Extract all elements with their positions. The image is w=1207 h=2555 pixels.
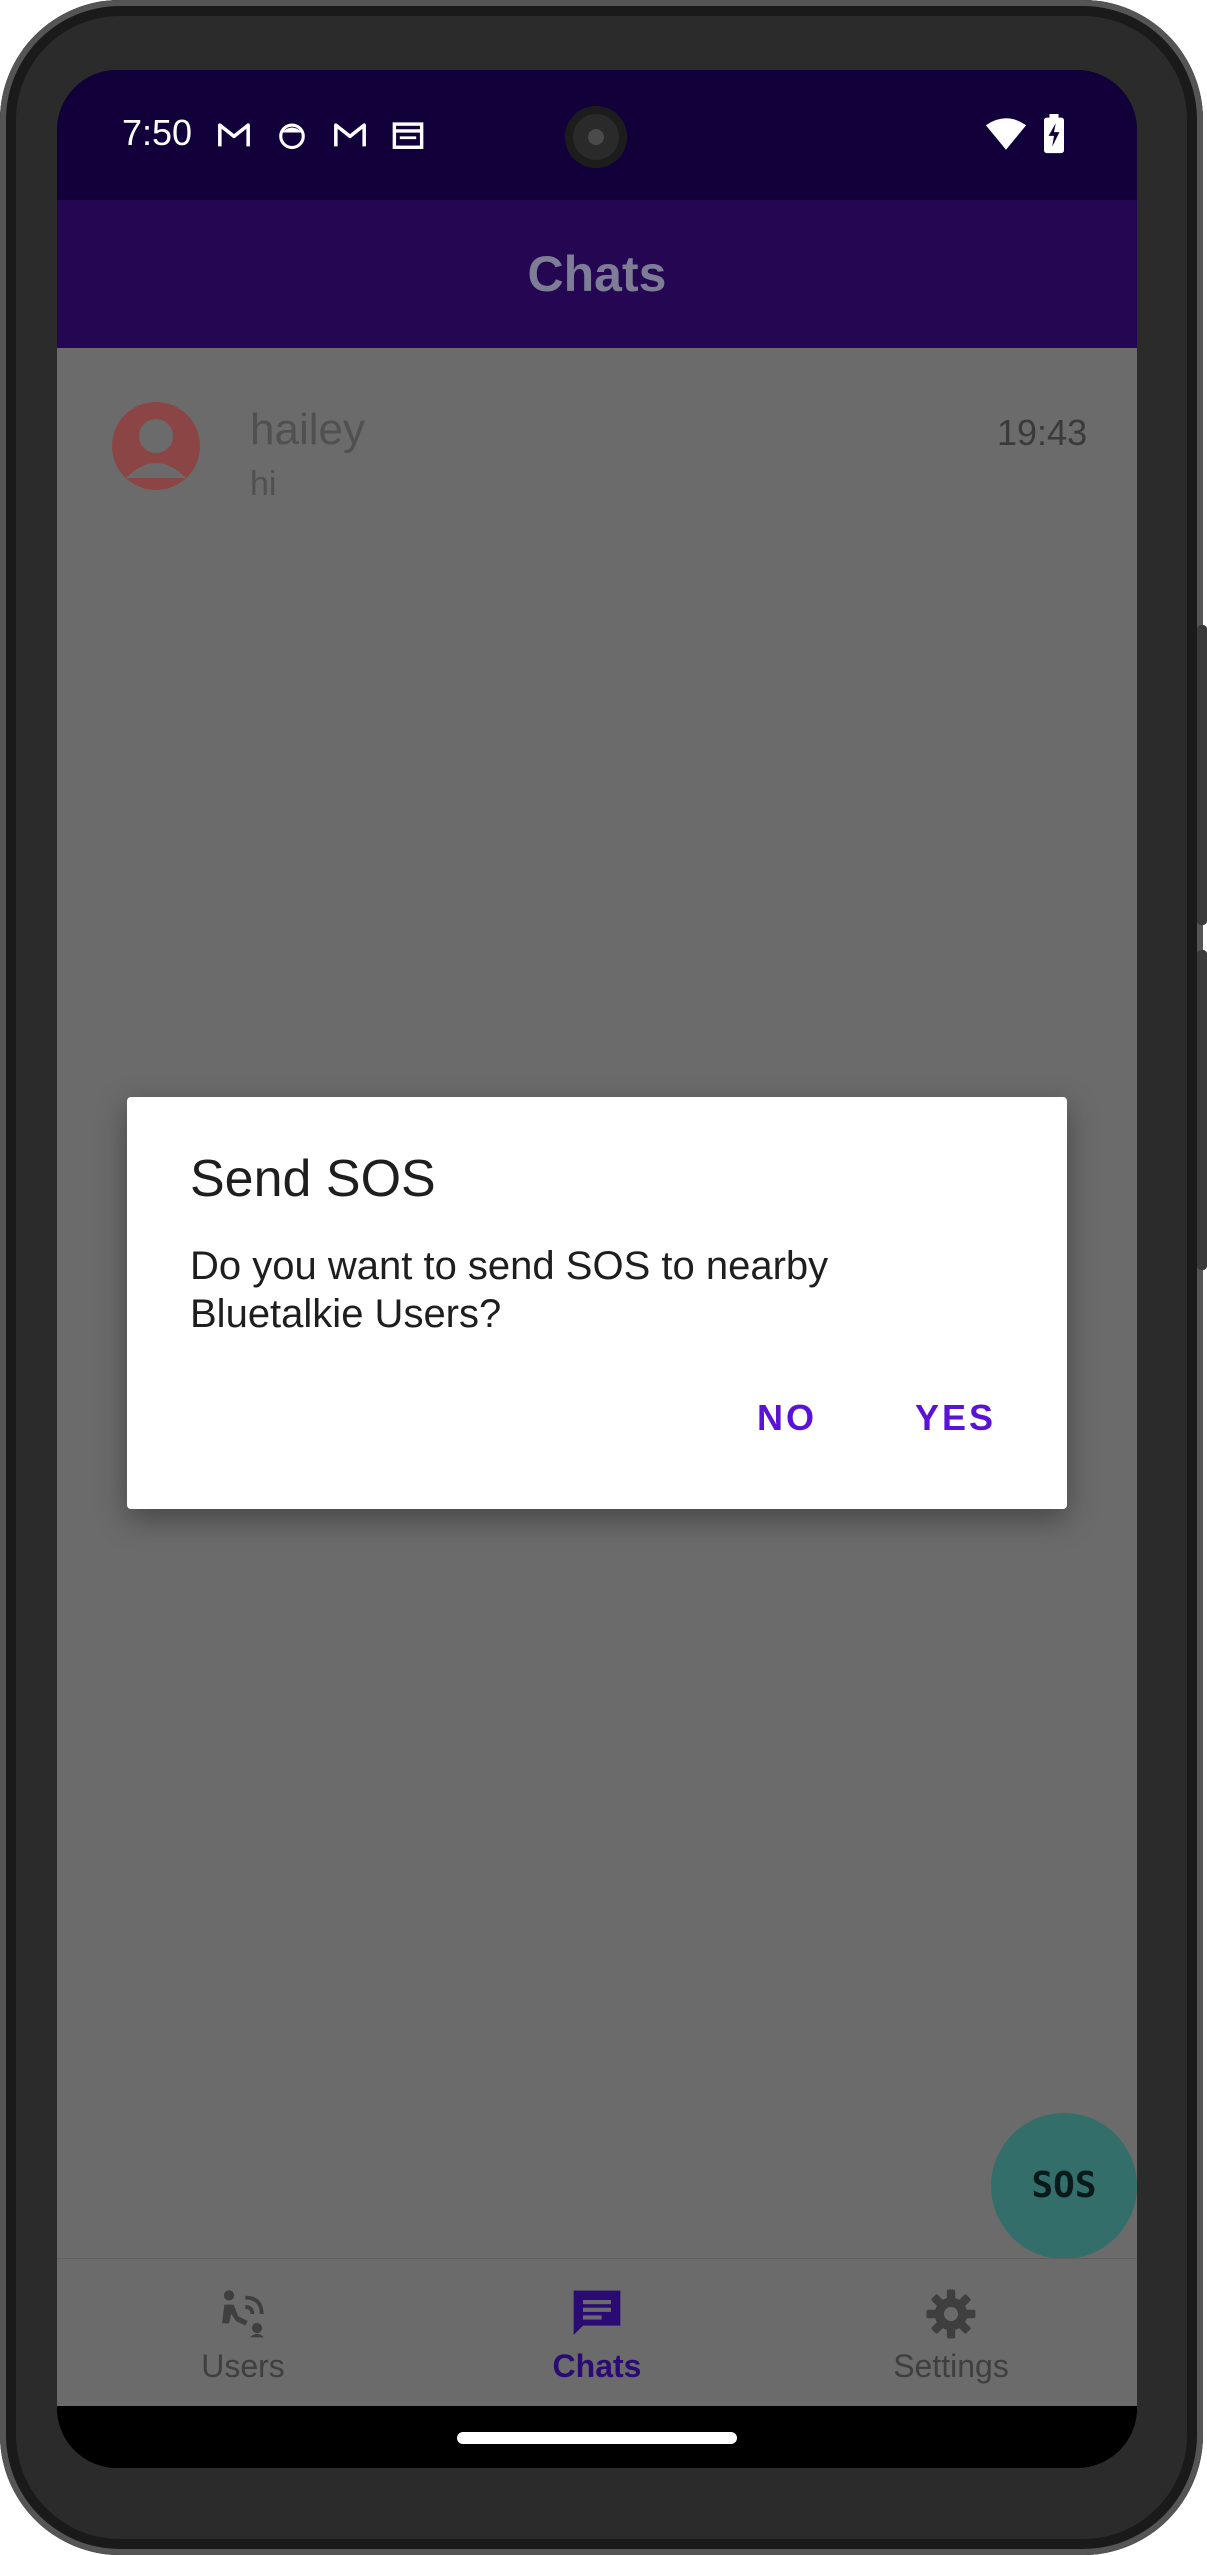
gmail-icon — [334, 123, 366, 147]
yes-button[interactable]: YES — [915, 1397, 996, 1439]
dialog-message: Do you want to send SOS to nearby Blueta… — [190, 1244, 829, 1336]
screen: 7:50 Chats hailey hi 19:43 Send SOS Do y… — [57, 70, 1137, 2468]
chat-time: 19:43 — [997, 412, 1088, 453]
nav-label-chats: Chats — [552, 2348, 642, 2384]
calendar-icon — [392, 122, 424, 149]
no-button[interactable]: NO — [757, 1397, 817, 1439]
face-icon — [279, 123, 305, 150]
home-gesture-handle[interactable] — [457, 2432, 737, 2444]
settings-gear-icon — [926, 2289, 976, 2339]
battery-charging-icon — [1044, 114, 1064, 154]
status-time: 7:50 — [122, 112, 193, 153]
volume-button — [1197, 950, 1207, 1270]
app-title: Chats — [527, 246, 667, 302]
avatar-icon[interactable] — [112, 402, 200, 490]
nav-label-users: Users — [201, 2348, 285, 2384]
chat-icon — [573, 2290, 621, 2335]
gmail-icon — [218, 123, 250, 147]
dialog-title: Send SOS — [190, 1150, 436, 1208]
nav-label-settings: Settings — [893, 2348, 1009, 2384]
chat-last-message: hi — [250, 465, 277, 503]
nav-item-users[interactable]: Users — [93, 2258, 393, 2406]
front-camera — [565, 106, 627, 168]
nav-item-chats[interactable]: Chats — [447, 2258, 747, 2406]
sos-dialog: Send SOS Do you want to send SOS to near… — [127, 1097, 1067, 1509]
users-nearby-icon — [222, 2290, 264, 2338]
power-button — [1197, 625, 1207, 925]
sos-fab[interactable]: SOS — [991, 2113, 1137, 2259]
chat-name[interactable]: hailey — [250, 405, 365, 455]
wifi-icon — [985, 118, 1027, 150]
nav-item-settings[interactable]: Settings — [801, 2258, 1101, 2406]
